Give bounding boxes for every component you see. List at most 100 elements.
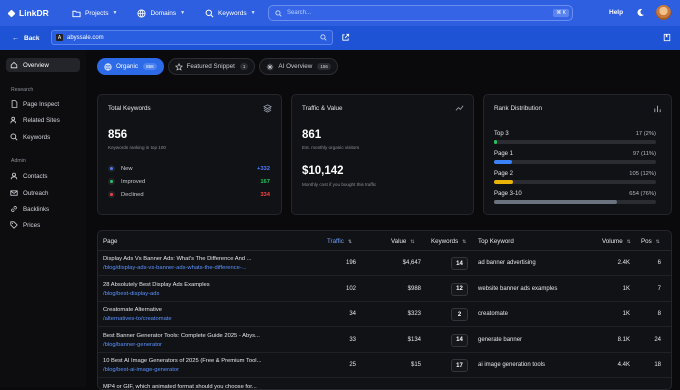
sort-icon: ⇅	[462, 239, 466, 245]
logo-mark-icon	[8, 9, 16, 17]
col-page[interactable]: Page	[103, 238, 117, 245]
status-dot-icon	[108, 191, 115, 198]
sidebar-item-keywords[interactable]: Keywords	[6, 131, 50, 143]
help-link[interactable]: Help	[609, 9, 623, 16]
col-label: Volume	[602, 238, 623, 245]
global-search[interactable]: Search... ⌘ K	[268, 5, 573, 21]
keywords-count-button[interactable]: 14	[451, 334, 468, 347]
app-logo[interactable]: LinkDR	[8, 8, 58, 18]
back-button[interactable]: ← Back	[12, 35, 40, 42]
top-keyword-cell: ai image generation tools	[478, 362, 545, 368]
table-row[interactable]: Display Ads Vs Banner Ads: What's The Di…	[98, 251, 672, 276]
user-avatar[interactable]	[656, 5, 671, 20]
page-title[interactable]: 10 Best AI Image Generators of 2025 (Fre…	[103, 358, 278, 364]
row-value: 167	[260, 179, 270, 185]
keywords-count-button[interactable]: 17	[451, 359, 468, 372]
rank-label: Page 2	[494, 171, 513, 177]
sidebar-item-contacts[interactable]: Contacts	[6, 170, 47, 182]
sidebar-item-prices[interactable]: Prices	[6, 219, 40, 231]
rank-row-page1: Page 197 (11%)	[494, 151, 656, 164]
page-url-link[interactable]: /blog/best-display-ads	[103, 291, 278, 297]
moon-icon[interactable]	[636, 8, 645, 17]
sidebar-item-page-inspect[interactable]: Page Inspect	[6, 98, 59, 110]
tag-icon	[10, 221, 18, 229]
keywords-count-button[interactable]: 12	[451, 283, 468, 296]
nav-keywords[interactable]: Keywords ▼	[205, 9, 256, 18]
sidebar-item-label: Prices	[23, 222, 40, 229]
rank-row-page3-10: Page 3-10654 (76%)	[494, 191, 656, 204]
sidebar: Overview Research Page Inspect Related S…	[0, 50, 86, 387]
sidebar-item-label: Backlinks	[23, 206, 49, 213]
search-icon[interactable]	[320, 34, 327, 41]
row-value: 334	[260, 192, 270, 198]
col-value[interactable]: Value⇅	[391, 238, 415, 245]
page-title[interactable]: Creatomate Alternative	[103, 307, 278, 313]
tab-featured-snippet[interactable]: Featured Snippet 1	[168, 58, 256, 75]
nav-domains-label: Domains	[150, 10, 176, 17]
page-url-link[interactable]: /blog/display-ads-vs-banner-ads-whats-th…	[103, 265, 278, 271]
table-row[interactable]: 28 Absolutely Best Display Ads Examples /…	[98, 277, 672, 302]
search-icon	[10, 133, 18, 141]
users-icon	[10, 116, 18, 124]
total-keywords-value: 856	[108, 129, 127, 141]
app-name: LinkDR	[19, 8, 49, 18]
search-input[interactable]: Search...	[287, 10, 553, 16]
domain-input[interactable]: A abyssale.com	[51, 30, 333, 45]
sidebar-item-backlinks[interactable]: Backlinks	[6, 203, 49, 215]
nav-domains[interactable]: Domains ▼	[137, 9, 185, 18]
rank-bar	[494, 180, 656, 184]
nav-projects-label: Projects	[85, 10, 108, 17]
page-title[interactable]: 28 Absolutely Best Display Ads Examples	[103, 282, 278, 288]
rank-value: 105 (12%)	[629, 171, 656, 177]
keywords-count-button[interactable]: 2	[451, 308, 468, 321]
tab-organic[interactable]: Organic 858	[97, 58, 164, 75]
value-cell: $4,647	[378, 260, 421, 266]
table-row[interactable]: MP4 or GIF, which animated format should…	[98, 379, 672, 390]
table-header: Page Traffic⇅ Value⇅ Keywords⇅ Top Keywo…	[98, 231, 672, 251]
bookmark-icon[interactable]	[663, 33, 671, 42]
count-badge: 858	[143, 63, 157, 70]
nav-keywords-label: Keywords	[218, 10, 247, 17]
nav-projects[interactable]: Projects ▼	[72, 9, 117, 18]
col-pos[interactable]: Pos⇅	[641, 238, 660, 245]
total-keywords-card: Total Keywords 856 Keywords ranking in t…	[97, 94, 282, 215]
position-cell: 7	[638, 286, 661, 292]
sidebar-item-label: Contacts	[23, 173, 47, 180]
user-icon	[10, 172, 18, 180]
main-nav: Projects ▼ Domains ▼ Keywords ▼	[72, 9, 276, 18]
page-title[interactable]: Best Banner Generator Tools: Complete Gu…	[103, 333, 278, 339]
sidebar-item-outreach[interactable]: Outreach	[6, 187, 48, 199]
rank-bar-fill	[494, 180, 513, 184]
table-row[interactable]: Creatomate Alternative/alternatives-to/c…	[98, 302, 672, 327]
traffic-cell: 34	[318, 311, 356, 317]
table-row[interactable]: 10 Best AI Image Generators of 2025 (Fre…	[98, 353, 672, 378]
external-link-icon[interactable]	[341, 33, 350, 42]
arrow-left-icon: ←	[12, 35, 19, 42]
col-label: Top Keyword	[478, 238, 514, 245]
bar-chart-icon	[653, 104, 662, 113]
traffic-caption: Est. monthly organic visitors	[302, 145, 359, 150]
traffic-value-card: Traffic & Value 861 Est. monthly organic…	[291, 94, 474, 215]
sort-icon: ⇅	[348, 239, 352, 245]
page-url-link[interactable]: /alternatives-to/creatomate	[103, 316, 278, 322]
col-volume[interactable]: Volume⇅	[602, 238, 631, 245]
col-top-keyword[interactable]: Top Keyword	[478, 238, 514, 245]
card-title: Rank Distribution	[494, 105, 542, 112]
new-keywords-row: New +332	[108, 165, 270, 172]
sidebar-item-overview[interactable]: Overview	[6, 58, 80, 72]
rank-row-page2: Page 2 105 (12%)	[494, 171, 656, 184]
keywords-count-button[interactable]: 14	[451, 257, 468, 270]
col-label: Value	[391, 238, 406, 245]
top-keyword-cell: generate banner	[478, 337, 522, 343]
col-traffic[interactable]: Traffic⇅	[327, 238, 352, 245]
sidebar-item-related-sites[interactable]: Related Sites	[6, 114, 60, 126]
page-title[interactable]: Display Ads Vs Banner Ads: What's The Di…	[103, 256, 278, 262]
col-keywords[interactable]: Keywords⇅	[431, 238, 466, 245]
tab-label: Featured Snippet	[187, 63, 235, 70]
page-url-link[interactable]: /blog/best-ai-image-generator	[103, 367, 278, 373]
table-row[interactable]: Best Banner Generator Tools: Complete Gu…	[98, 328, 672, 353]
sparkle-icon	[266, 63, 274, 71]
search-shortcut: ⌘ K	[553, 9, 569, 17]
tab-ai-overview[interactable]: AI Overview 156	[259, 58, 337, 75]
page-url-link[interactable]: /blog/banner-generator	[103, 342, 278, 348]
